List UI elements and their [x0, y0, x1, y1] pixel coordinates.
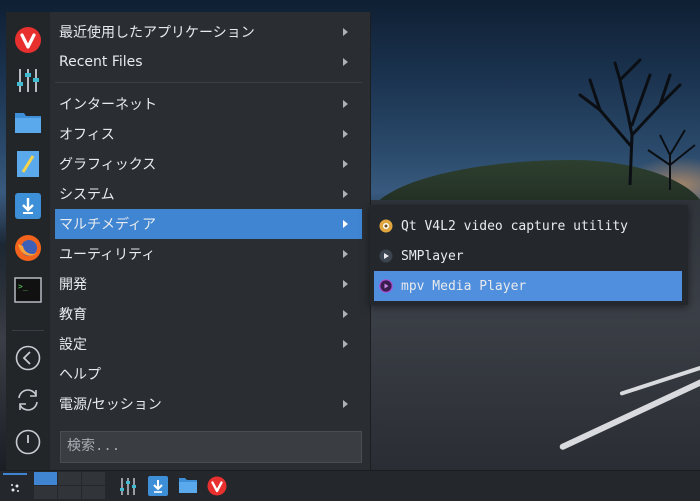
vivaldi-icon[interactable]: [12, 24, 44, 56]
refresh-icon[interactable]: [12, 384, 44, 416]
submenu-item-qv4l2[interactable]: Qt V4L2 video capture utility: [374, 211, 682, 241]
desktop-6[interactable]: [82, 486, 105, 499]
chevron-right-icon: [343, 58, 348, 66]
submenu-item-smplayer[interactable]: SMPlayer: [374, 241, 682, 271]
taskbar: [0, 470, 700, 501]
menu-item-help[interactable]: ヘルプ: [55, 359, 362, 389]
menu-item-label: システム: [59, 187, 115, 203]
menu-item-graphics[interactable]: グラフィックス: [55, 149, 362, 179]
menu-item-internet[interactable]: インターネット: [55, 89, 362, 119]
desktop-4[interactable]: [34, 486, 57, 499]
menu-item-label: マルチメディア: [59, 217, 157, 233]
mpv-icon: [379, 279, 393, 293]
back-icon[interactable]: [12, 342, 44, 374]
mixer-icon[interactable]: [118, 476, 138, 496]
desktop-1[interactable]: [34, 472, 57, 485]
firefox-icon[interactable]: [12, 232, 44, 264]
menu-item-label: グラフィックス: [59, 157, 157, 173]
smplayer-icon: [379, 249, 393, 263]
menu-item-label: インターネット: [59, 97, 157, 113]
menu-item-label: ヘルプ: [59, 367, 101, 383]
submenu-item-label: Qt V4L2 video capture utility: [401, 218, 628, 234]
download-icon[interactable]: [12, 190, 44, 222]
menu-item-settings[interactable]: 設定: [55, 329, 362, 359]
menu-item-office[interactable]: オフィス: [55, 119, 362, 149]
chevron-right-icon: [343, 28, 348, 36]
chevron-right-icon: [343, 220, 348, 228]
menu-item-label: Recent Files: [59, 54, 143, 70]
chevron-right-icon: [343, 340, 348, 348]
menu-item-recent-files[interactable]: Recent Files: [55, 47, 362, 77]
menu-item-education[interactable]: 教育: [55, 299, 362, 329]
vivaldi-icon[interactable]: [207, 476, 227, 496]
menu-item-multimedia[interactable]: マルチメディア: [55, 209, 362, 239]
menu-item-system[interactable]: システム: [55, 179, 362, 209]
menu-item-label: 開発: [59, 277, 87, 293]
multimedia-submenu: Qt V4L2 video capture utility SMPlayer m…: [370, 205, 688, 305]
menu-item-label: ユーティリティ: [59, 247, 156, 263]
menu-item-label: 電源/セッション: [59, 397, 162, 413]
app-menu-button[interactable]: [3, 473, 27, 501]
menu-item-label: 教育: [59, 307, 87, 323]
menu-separator: [55, 82, 362, 83]
submenu-item-label: SMPlayer: [401, 248, 464, 264]
folder-icon[interactable]: [178, 476, 198, 496]
menu-item-label: 最近使用したアプリケーション: [59, 25, 255, 41]
menu-item-utilities[interactable]: ユーティリティ: [55, 239, 362, 269]
menu-item-power-session[interactable]: 電源/セッション: [55, 389, 362, 419]
menu-item-development[interactable]: 開発: [55, 269, 362, 299]
search-input[interactable]: [60, 431, 362, 463]
webcam-icon: [379, 219, 393, 233]
start-menu-icon: [11, 484, 19, 492]
chevron-right-icon: [343, 280, 348, 288]
power-icon[interactable]: [12, 426, 44, 458]
chevron-right-icon: [343, 250, 348, 258]
chevron-right-icon: [343, 160, 348, 168]
submenu-item-label: mpv Media Player: [401, 278, 527, 294]
terminal-icon[interactable]: >_: [12, 274, 44, 306]
chevron-right-icon: [343, 100, 348, 108]
menu-item-recent-apps[interactable]: 最近使用したアプリケーション: [55, 17, 362, 47]
wallpaper-tree-small: [647, 129, 696, 190]
text-editor-icon[interactable]: [12, 148, 44, 180]
submenu-item-mpv[interactable]: mpv Media Player: [374, 271, 682, 301]
desktop-5[interactable]: [58, 486, 81, 499]
mixer-icon[interactable]: [12, 64, 44, 96]
application-menu: 最近使用したアプリケーション Recent Files インターネット オフィス…: [50, 12, 371, 470]
chevron-right-icon: [343, 400, 348, 408]
download-icon[interactable]: [148, 476, 168, 496]
chevron-right-icon: [343, 310, 348, 318]
svg-text:>_: >_: [18, 282, 28, 291]
folder-icon[interactable]: [12, 106, 44, 138]
desktop-2[interactable]: [58, 472, 81, 485]
chevron-right-icon: [343, 190, 348, 198]
desktop-3[interactable]: [82, 472, 105, 485]
menu-item-label: オフィス: [59, 127, 115, 143]
strip-separator: [12, 330, 44, 331]
menu-item-label: 設定: [59, 337, 87, 353]
chevron-right-icon: [343, 130, 348, 138]
launcher-sidebar: >_: [6, 12, 50, 470]
